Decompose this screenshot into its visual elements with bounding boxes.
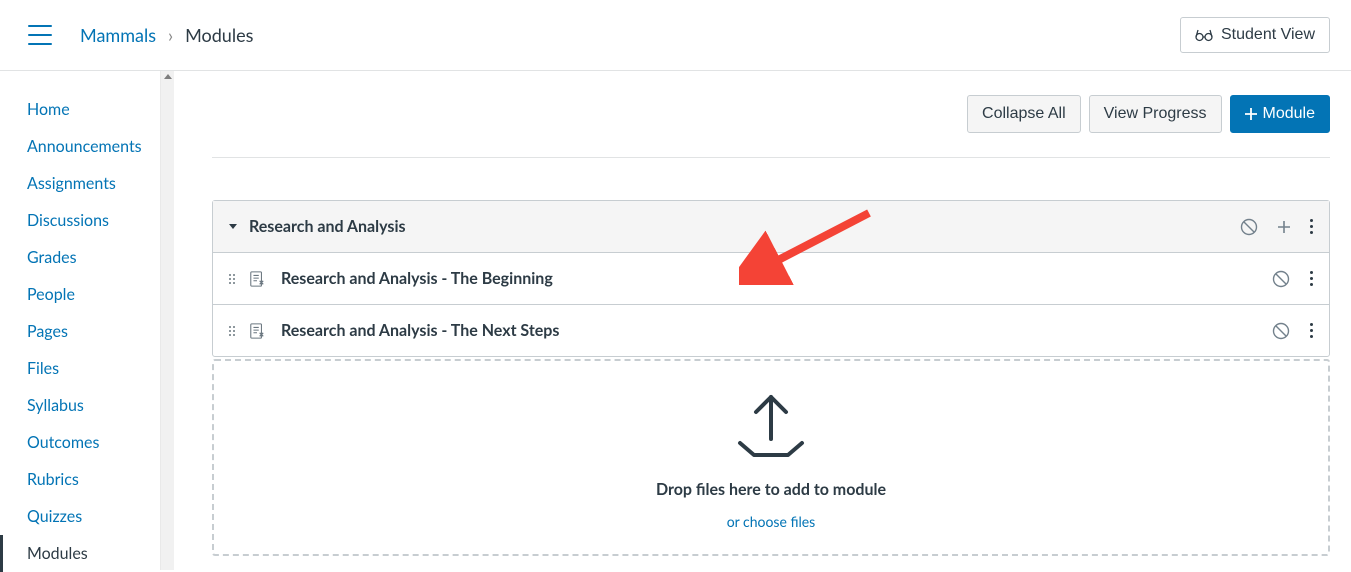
student-view-button[interactable]: Student View xyxy=(1180,17,1330,53)
module-header-actions xyxy=(1240,218,1313,236)
plus-icon xyxy=(1245,108,1257,120)
assignment-icon xyxy=(249,271,265,287)
sidebar-item-syllabus[interactable]: Syllabus xyxy=(0,387,174,424)
sidebar-item-rubrics[interactable]: Rubrics xyxy=(0,461,174,498)
add-module-button[interactable]: Module xyxy=(1230,95,1330,133)
module-item-actions xyxy=(1272,322,1313,340)
unpublished-icon[interactable] xyxy=(1240,218,1258,236)
main-content: Collapse All View Progress Module Resear… xyxy=(174,71,1351,570)
breadcrumb: Mammals › Modules xyxy=(80,24,253,46)
sidebar-item-assignments[interactable]: Assignments xyxy=(0,165,174,202)
sidebar-item-grades[interactable]: Grades xyxy=(0,239,174,276)
drag-handle-icon[interactable] xyxy=(229,326,235,336)
breadcrumb-course-link[interactable]: Mammals xyxy=(80,24,156,46)
sidebar-item-modules[interactable]: Modules xyxy=(0,535,174,572)
assignment-icon xyxy=(249,323,265,339)
module: Research and Analysis Research and Analy… xyxy=(212,200,1330,357)
module-header[interactable]: Research and Analysis xyxy=(213,201,1329,253)
view-progress-button[interactable]: View Progress xyxy=(1089,95,1222,133)
sidebar-item-discussions[interactable]: Discussions xyxy=(0,202,174,239)
sidebar-item-announcements[interactable]: Announcements xyxy=(0,128,174,165)
module-item-title: Research and Analysis - The Beginning xyxy=(281,269,553,288)
breadcrumb-current: Modules xyxy=(185,24,253,46)
add-item-icon[interactable] xyxy=(1276,219,1292,235)
unpublished-icon[interactable] xyxy=(1272,270,1290,288)
topbar: Mammals › Modules Student View xyxy=(0,0,1351,71)
sidebar-scrollbar[interactable] xyxy=(160,71,174,570)
caret-down-icon xyxy=(229,224,237,229)
hamburger-menu-icon[interactable] xyxy=(28,25,52,45)
dropzone-instruction: Drop files here to add to module xyxy=(214,480,1328,499)
course-nav-sidebar: Home Announcements Assignments Discussio… xyxy=(0,71,174,570)
sidebar-item-quizzes[interactable]: Quizzes xyxy=(0,498,174,535)
module-actions-row: Collapse All View Progress Module xyxy=(212,95,1330,158)
student-view-label: Student View xyxy=(1221,26,1315,44)
item-options-icon[interactable] xyxy=(1310,271,1313,286)
collapse-all-button[interactable]: Collapse All xyxy=(967,95,1081,133)
chevron-right-icon: › xyxy=(168,24,173,46)
module-item-actions xyxy=(1272,270,1313,288)
scroll-up-icon xyxy=(164,74,172,79)
choose-files-link[interactable]: or choose files xyxy=(727,513,816,530)
module-options-icon[interactable] xyxy=(1310,219,1313,234)
sidebar-item-outcomes[interactable]: Outcomes xyxy=(0,424,174,461)
upload-icon xyxy=(728,391,814,461)
sidebar-item-files[interactable]: Files xyxy=(0,350,174,387)
item-options-icon[interactable] xyxy=(1310,323,1313,338)
module-item[interactable]: Research and Analysis - The Next Steps xyxy=(213,305,1329,356)
file-drop-zone[interactable]: Drop files here to add to module or choo… xyxy=(212,359,1330,556)
sidebar-item-home[interactable]: Home xyxy=(0,91,174,128)
sidebar-item-people[interactable]: People xyxy=(0,276,174,313)
unpublished-icon[interactable] xyxy=(1272,322,1290,340)
add-module-label: Module xyxy=(1263,105,1315,123)
glasses-icon xyxy=(1195,28,1213,42)
drag-handle-icon[interactable] xyxy=(229,274,235,284)
module-item-title: Research and Analysis - The Next Steps xyxy=(281,321,559,340)
sidebar-item-pages[interactable]: Pages xyxy=(0,313,174,350)
module-item[interactable]: Research and Analysis - The Beginning xyxy=(213,253,1329,305)
module-title: Research and Analysis xyxy=(249,217,406,236)
